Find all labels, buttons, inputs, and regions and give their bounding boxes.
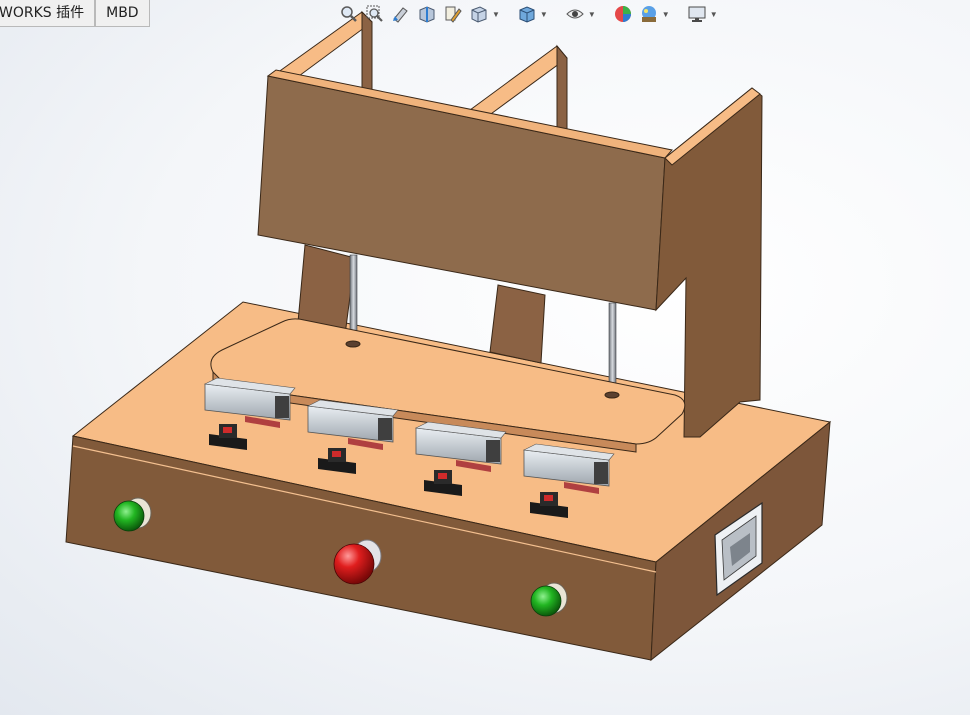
view-orientation-icon bbox=[471, 6, 487, 23]
edit-appearance-button[interactable] bbox=[612, 3, 634, 25]
command-manager-tabs: WORKS 插件 MBD bbox=[0, 0, 150, 27]
view-orientation-button[interactable] bbox=[468, 3, 490, 25]
tab-works-addins[interactable]: WORKS 插件 bbox=[0, 0, 96, 27]
tab-mbd[interactable]: MBD bbox=[95, 0, 150, 27]
display-style-dropdown-arrow[interactable]: ▼ bbox=[540, 10, 548, 19]
previous-view-button[interactable] bbox=[390, 3, 412, 25]
view-settings-dropdown-arrow[interactable]: ▼ bbox=[710, 10, 718, 19]
apply-scene-dropdown-arrow[interactable]: ▼ bbox=[662, 10, 670, 19]
edit-appearance-icon bbox=[614, 6, 631, 22]
view-settings-button[interactable] bbox=[686, 3, 708, 25]
zoom-to-area-icon bbox=[366, 5, 383, 22]
apply-scene-icon bbox=[641, 6, 656, 22]
display-style-button[interactable] bbox=[516, 3, 538, 25]
graphics-area[interactable] bbox=[0, 0, 970, 715]
previous-view-icon bbox=[393, 7, 408, 23]
right-side-panel bbox=[655, 87, 763, 438]
dynamic-annotation-icon bbox=[445, 6, 462, 23]
zoom-to-area-button[interactable] bbox=[364, 3, 386, 25]
display-style-icon bbox=[519, 6, 535, 23]
zoom-to-fit-button[interactable] bbox=[338, 3, 360, 25]
apply-scene-button[interactable] bbox=[638, 3, 660, 25]
hide-show-items-icon bbox=[566, 9, 584, 19]
section-view-button[interactable] bbox=[416, 3, 438, 25]
view-orientation-dropdown-arrow[interactable]: ▼ bbox=[492, 10, 500, 19]
heads-up-view-toolbar: ▼ ▼ ▼ ▼ ▼ bbox=[338, 2, 720, 26]
section-view-icon bbox=[419, 6, 435, 23]
hide-show-items-dropdown-arrow[interactable]: ▼ bbox=[588, 10, 596, 19]
zoom-to-fit-icon bbox=[341, 6, 357, 22]
view-settings-icon bbox=[688, 6, 706, 22]
hide-show-items-button[interactable] bbox=[564, 3, 586, 25]
dynamic-annotation-button[interactable] bbox=[442, 3, 464, 25]
